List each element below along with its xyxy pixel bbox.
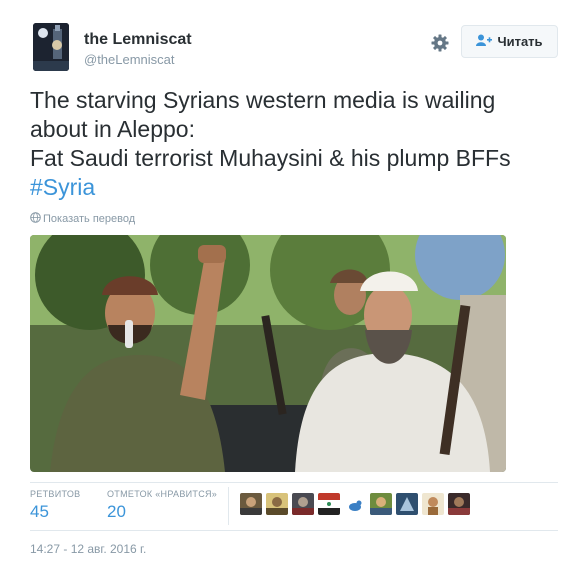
- likes-label: ОТМЕТОК «НРАВИТСЯ»: [107, 489, 218, 499]
- stats-divider-top: [30, 482, 558, 483]
- liker-avatar[interactable]: [370, 493, 392, 515]
- globe-icon: [30, 212, 41, 226]
- profile-avatar[interactable]: [33, 23, 69, 71]
- liker-avatar[interactable]: [396, 493, 418, 515]
- likes-count: 20: [107, 502, 126, 521]
- retweets-count: 45: [30, 502, 49, 521]
- follow-button[interactable]: Читать: [461, 25, 558, 58]
- liker-avatar[interactable]: [240, 493, 262, 515]
- add-user-icon: [476, 33, 493, 51]
- stats-divider-vertical: [228, 487, 229, 525]
- tweet-text-line: Fat Saudi terrorist Muhaysini & his plum…: [30, 145, 511, 171]
- tweet-timestamp[interactable]: 14:27 - 12 авг. 2016 г.: [30, 542, 146, 556]
- liker-avatar[interactable]: [292, 493, 314, 515]
- liker-avatar[interactable]: [266, 493, 288, 515]
- follow-button-label: Читать: [497, 34, 543, 49]
- tweet-text-line: about in Aleppo:: [30, 116, 195, 142]
- liker-avatars: [240, 493, 470, 515]
- tweet-text-line: The starving Syrians western media is wa…: [30, 87, 496, 113]
- liker-avatar[interactable]: [318, 493, 340, 515]
- liker-avatar[interactable]: [448, 493, 470, 515]
- liker-avatar[interactable]: [422, 493, 444, 515]
- retweets-stat[interactable]: РЕТВИТОВ 45: [30, 489, 80, 522]
- likes-stat[interactable]: ОТМЕТОК «НРАВИТСЯ» 20: [107, 489, 217, 522]
- liker-avatar[interactable]: [344, 493, 366, 515]
- hashtag-link[interactable]: #Syria: [30, 173, 560, 202]
- display-name[interactable]: the Lemniscat: [84, 31, 192, 49]
- user-handle[interactable]: @theLemniscat: [84, 52, 175, 67]
- retweets-label: РЕТВИТОВ: [30, 489, 81, 499]
- tweet-text: The starving Syrians western media is wa…: [30, 86, 560, 202]
- gear-icon[interactable]: [431, 34, 449, 52]
- attached-photo[interactable]: [30, 235, 506, 472]
- translate-label: Показать перевод: [43, 213, 136, 225]
- stats-divider-bottom: [30, 530, 558, 531]
- translate-link[interactable]: Показать перевод: [30, 212, 135, 226]
